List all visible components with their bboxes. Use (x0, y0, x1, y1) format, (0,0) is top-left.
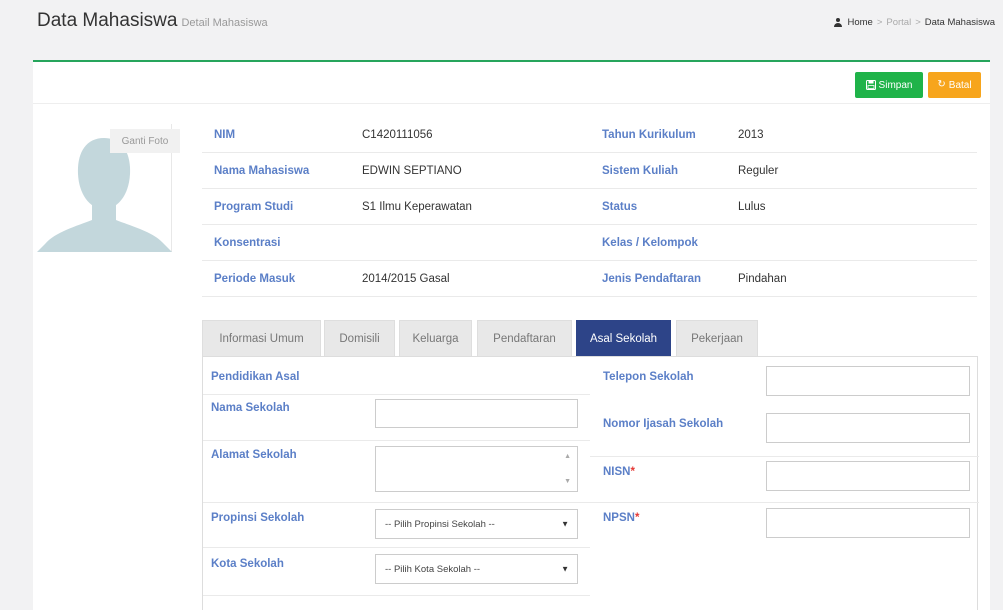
tab-asal-sekolah[interactable]: Asal Sekolah (576, 320, 671, 357)
kota-sekolah-select[interactable]: -- Pilih Kota Sekolah -- ▼ (375, 554, 578, 584)
telepon-sekolah-input[interactable] (766, 366, 970, 396)
cancel-label: Batal (948, 79, 972, 91)
kota-sekolah-value: -- Pilih Kota Sekolah -- (385, 563, 481, 575)
nim-label: NIM (214, 128, 236, 141)
alamat-sekolah-label: Alamat Sekolah (211, 449, 297, 461)
konsentrasi-label: Konsentrasi (214, 236, 281, 249)
divider (203, 394, 590, 395)
refresh-icon: ↻ (937, 79, 946, 90)
save-label: Simpan (878, 79, 913, 91)
periode-masuk-label: Periode Masuk (214, 272, 296, 285)
nama-mahasiswa-label: Nama Mahasiswa (214, 164, 310, 177)
divider (203, 595, 590, 596)
divider (590, 502, 979, 503)
divider (203, 502, 590, 503)
npsn-input[interactable] (766, 508, 970, 538)
jenis-pendaftaran-value: Pindahan (738, 272, 787, 285)
info-row: Konsentrasi Kelas / Kelompok (202, 225, 977, 261)
divider (203, 547, 590, 548)
change-photo-button[interactable]: Ganti Foto (110, 129, 180, 153)
periode-masuk-value: 2014/2015 Gasal (362, 272, 450, 285)
student-photo: Ganti Foto (37, 124, 180, 252)
divider (203, 440, 590, 441)
breadcrumb-home[interactable]: Home (847, 17, 872, 28)
breadcrumb-separator: > (876, 17, 883, 28)
nim-value: C1420111056 (362, 128, 433, 141)
tab-pekerjaan[interactable]: Pekerjaan (676, 320, 758, 357)
propinsi-sekolah-select[interactable]: -- Pilih Propinsi Sekolah -- ▼ (375, 509, 578, 539)
student-info-table: NIM C1420111056 Tahun Kurikulum 2013 Nam… (202, 117, 977, 297)
caret-down-icon: ▼ (561, 564, 569, 574)
info-row: Nama Mahasiswa EDWIN SEPTIANO Sistem Kul… (202, 153, 977, 189)
breadcrumb-current: Data Mahasiswa (924, 17, 995, 28)
sistem-kuliah-value: Reguler (738, 164, 779, 177)
info-row: Periode Masuk 2014/2015 Gasal Jenis Pend… (202, 261, 977, 297)
scroll-up-icon[interactable]: ▲ (564, 453, 571, 460)
user-icon (833, 18, 842, 27)
nomor-ijasah-label: Nomor Ijasah Sekolah (603, 418, 724, 430)
cancel-button[interactable]: ↻ Batal (928, 72, 981, 98)
nama-sekolah-input[interactable] (375, 399, 578, 428)
tab-pendaftaran[interactable]: Pendaftaran (477, 320, 572, 357)
page-subtitle: Detail Mahasiswa (181, 17, 268, 29)
save-button[interactable]: Simpan (855, 72, 923, 98)
scroll-down-icon[interactable]: ▼ (564, 478, 571, 485)
status-value: Lulus (738, 200, 766, 213)
tab-domisili[interactable]: Domisili (324, 320, 395, 357)
required-mark: * (634, 512, 640, 524)
info-row: Program Studi S1 Ilmu Keperawatan Status… (202, 189, 977, 225)
caret-down-icon: ▼ (561, 519, 569, 529)
breadcrumb-separator: > (915, 17, 921, 28)
page-title: Data Mahasiswa Detail Mahasiswa (37, 10, 268, 32)
tab-informasi-umum[interactable]: Informasi Umum (202, 320, 321, 357)
sistem-kuliah-label: Sistem Kuliah (602, 164, 679, 177)
npsn-label-text: NPSN (603, 512, 635, 524)
program-studi-label: Program Studi (214, 200, 294, 213)
propinsi-sekolah-label: Propinsi Sekolah (211, 512, 305, 524)
kelas-kelompok-label: Kelas / Kelompok (602, 236, 698, 249)
jenis-pendaftaran-label: Jenis Pendaftaran (602, 272, 702, 285)
nisn-input[interactable] (766, 461, 970, 491)
page-header: Data Mahasiswa Detail Mahasiswa Home > Po… (0, 0, 1003, 50)
breadcrumb: Home > Portal > Data Mahasiswa (833, 17, 995, 28)
nisn-label: NISN* (603, 466, 635, 478)
program-studi-value: S1 Ilmu Keperawatan (362, 200, 472, 213)
tahun-kurikulum-value: 2013 (738, 128, 764, 141)
propinsi-sekolah-value: -- Pilih Propinsi Sekolah -- (385, 518, 495, 530)
telepon-sekolah-label: Telepon Sekolah (603, 371, 694, 383)
nisn-label-text: NISN (603, 466, 631, 478)
status-label: Status (602, 200, 638, 213)
nomor-ijasah-input[interactable] (766, 413, 970, 443)
nama-mahasiswa-value: EDWIN SEPTIANO (362, 164, 462, 177)
breadcrumb-portal[interactable]: Portal (886, 17, 911, 28)
alamat-sekolah-textarea[interactable]: ▲ ▼ (375, 446, 578, 492)
npsn-label: NPSN* (603, 512, 639, 524)
nama-sekolah-label: Nama Sekolah (211, 402, 290, 414)
required-mark: * (630, 466, 635, 478)
asal-sekolah-form: Pendidikan Asal Nama Sekolah Alamat Seko… (202, 356, 979, 610)
pendidikan-asal-label: Pendidikan Asal (211, 371, 300, 383)
page-title-text: Data Mahasiswa (37, 10, 178, 31)
tahun-kurikulum-label: Tahun Kurikulum (602, 128, 696, 141)
tab-keluarga[interactable]: Keluarga (399, 320, 472, 357)
panel-toolbar: Simpan ↻ Batal (33, 62, 990, 104)
floppy-disk-icon (865, 80, 876, 90)
info-row: NIM C1420111056 Tahun Kurikulum 2013 (202, 117, 977, 153)
divider (590, 456, 979, 457)
kota-sekolah-label: Kota Sekolah (211, 558, 284, 570)
